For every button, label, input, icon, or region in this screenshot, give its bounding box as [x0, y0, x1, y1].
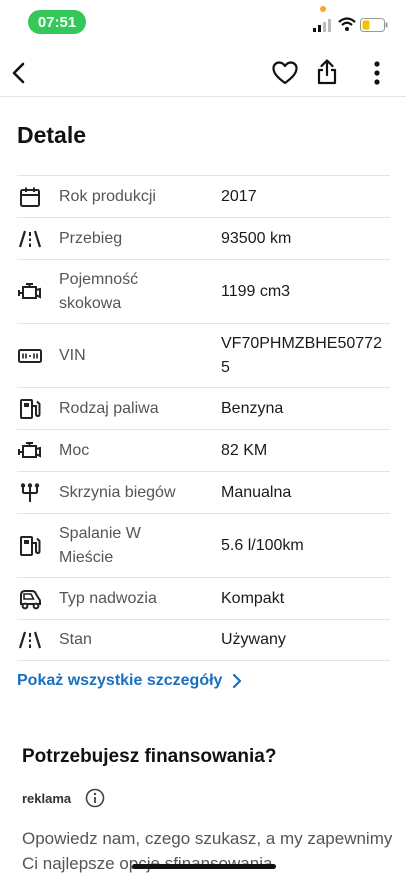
detail-row-vin: VIN VF70PHMZBHE507725 [17, 323, 390, 387]
detail-row-displacement: Pojemność skokowa 1199 cm3 [17, 259, 390, 323]
detail-label: Skrzynia biegów [59, 483, 176, 501]
financing-title: Potrzebujesz finansowania? [22, 746, 277, 767]
car-body-icon [17, 587, 43, 611]
more-options-button[interactable] [362, 58, 392, 88]
detail-value: Kompakt [221, 589, 285, 607]
detail-row-gearbox: Skrzynia biegów Manualna [17, 471, 390, 513]
detail-row-consumption: Spalanie W Mieście 5.6 l/100km [17, 513, 390, 577]
detail-row-fuel-type: Rodzaj paliwa Benzyna [17, 387, 390, 429]
status-bar: 07:51 [0, 0, 406, 44]
detail-value: 1199 cm3 [221, 282, 291, 300]
gearbox-icon [17, 481, 43, 505]
cellular-signal-icon [313, 19, 331, 32]
detail-row-body-type: Typ nadwozia Kompakt [17, 577, 390, 619]
chevron-left-icon [12, 62, 25, 84]
status-time: 07:51 [28, 10, 86, 34]
detail-label: Pojemność skokowa [59, 270, 139, 312]
detail-label: Rodzaj paliwa [59, 399, 159, 417]
heart-icon [272, 61, 298, 85]
road-icon [17, 227, 43, 251]
details-list: Rok produkcji 2017 Przebieg 93500 km Poj… [17, 175, 390, 661]
show-all-label: Pokaż wszystkie szczegóły [17, 672, 223, 689]
fuel-icon [17, 397, 43, 421]
nav-bar [0, 52, 406, 94]
detail-value: Używany [221, 631, 286, 648]
detail-row-power: Moc 82 KM [17, 429, 390, 471]
details-title: Detale [17, 122, 87, 148]
detail-value: 2017 [221, 187, 257, 205]
privacy-indicator-dot [320, 6, 326, 12]
engine-icon [17, 280, 43, 304]
info-icon[interactable] [85, 788, 105, 808]
detail-label: Stan [59, 631, 92, 648]
detail-label: Rok produkcji [59, 187, 156, 205]
detail-value: VF70PHMZBHE507725 [221, 334, 382, 376]
fuel-icon [17, 534, 43, 558]
detail-label: Moc [59, 441, 90, 459]
detail-row-year: Rok produkcji 2017 [17, 175, 390, 217]
calendar-icon [17, 185, 43, 209]
wifi-icon [338, 17, 356, 31]
nav-divider [0, 96, 406, 97]
ad-row: reklama [22, 788, 105, 808]
share-icon [317, 59, 337, 85]
engine-icon [17, 439, 43, 463]
chevron-right-icon [233, 673, 242, 689]
detail-label: VIN [59, 346, 86, 364]
ad-label: reklama [22, 790, 72, 806]
detail-label: Spalanie W Mieście [59, 524, 141, 566]
detail-label: Przebieg [59, 229, 123, 247]
show-all-details-link[interactable]: Pokaż wszystkie szczegóły [17, 672, 242, 690]
favorite-button[interactable] [270, 58, 300, 88]
back-button[interactable] [4, 58, 34, 88]
detail-value: 82 KM [221, 441, 268, 459]
share-button[interactable] [312, 56, 342, 88]
road-icon [17, 628, 43, 652]
detail-value: Manualna [221, 483, 292, 501]
detail-value: 5.6 l/100km [221, 536, 304, 554]
more-vertical-icon [374, 61, 380, 85]
vin-icon [17, 344, 43, 368]
detail-value: Benzyna [221, 399, 284, 417]
home-indicator[interactable] [132, 864, 276, 869]
detail-row-condition: Stan Używany [17, 619, 390, 661]
battery-icon [360, 18, 388, 32]
detail-value: 93500 km [221, 229, 292, 247]
detail-row-mileage: Przebieg 93500 km [17, 217, 390, 259]
detail-label: Typ nadwozia [59, 589, 157, 607]
